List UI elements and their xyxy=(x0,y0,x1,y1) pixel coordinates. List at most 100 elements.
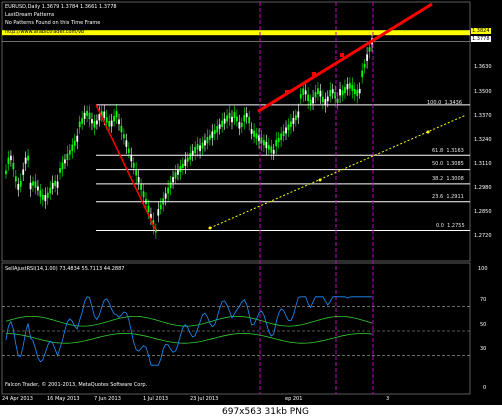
site-url[interactable]: http://www.arabictrader.com/vb xyxy=(5,29,84,35)
candle-body xyxy=(368,47,371,52)
candle-body xyxy=(290,121,292,127)
rsi-indicator xyxy=(2,296,470,366)
candle-body xyxy=(248,116,251,124)
candle-body xyxy=(294,115,297,121)
candle-body xyxy=(73,140,76,146)
time-axis-label: 23 Jul 2013 xyxy=(190,396,219,402)
candle-body xyxy=(110,120,113,127)
fib-level-161: 161.8 1.3824 xyxy=(427,25,463,31)
candle-body xyxy=(344,87,346,94)
rsi-axis-label: 30 xyxy=(480,346,487,352)
candle-body xyxy=(275,139,278,147)
candle-body xyxy=(17,183,20,190)
trend-anchor-point xyxy=(340,53,344,57)
time-axis-label: 7 Jun 2013 xyxy=(94,396,121,402)
candle-body xyxy=(81,118,84,124)
candle-body xyxy=(213,130,216,134)
candle-body xyxy=(285,127,287,134)
candle-body xyxy=(5,170,7,175)
candle-body xyxy=(287,124,290,131)
candle-body xyxy=(181,163,184,168)
candle-body xyxy=(29,182,32,190)
trend-anchor-point xyxy=(312,72,316,76)
candle-body xyxy=(336,98,339,103)
candle-body xyxy=(86,110,88,116)
candle-body xyxy=(270,146,273,153)
candle-body xyxy=(172,177,174,183)
candle-body xyxy=(157,209,160,216)
copyright-text: Falcon Trader, © 2001-2013, MetaQuotes S… xyxy=(5,382,148,388)
candle-body xyxy=(66,153,69,161)
candle-body xyxy=(142,191,145,198)
rsi-axis-label: 0 xyxy=(483,385,487,391)
candle-body xyxy=(113,116,115,122)
price-axis-label: 1.3110 xyxy=(474,161,492,167)
rsi-axis-label: 100 xyxy=(478,266,488,272)
candle-body xyxy=(314,92,317,98)
price-axis-label: 1.2980 xyxy=(474,185,492,191)
rsi-upper-band xyxy=(5,316,373,327)
candle-body xyxy=(255,133,258,139)
candle-body xyxy=(95,120,98,125)
candle-body xyxy=(329,89,332,97)
candle-body xyxy=(223,118,226,124)
candle-body xyxy=(302,88,305,95)
price-chart[interactable] xyxy=(0,0,502,405)
candle-body xyxy=(228,112,231,119)
image-caption-bar: 697x563 31kb PNG xyxy=(0,405,502,419)
candle-body xyxy=(98,114,101,121)
time-axis-label: ep 201 xyxy=(285,396,303,402)
candle-body xyxy=(118,119,120,125)
candle-body xyxy=(7,157,10,165)
candle-body xyxy=(201,142,204,149)
candle-body xyxy=(169,182,172,188)
candle-body xyxy=(299,94,302,99)
rsi-axis-label: 50 xyxy=(480,322,487,328)
price-axis-label: 1.3240 xyxy=(474,137,492,143)
candle-body xyxy=(83,112,86,119)
candle-body xyxy=(243,115,246,122)
candle-body xyxy=(277,137,280,143)
candle-body xyxy=(353,88,356,94)
candle-body xyxy=(12,162,15,170)
candle-body xyxy=(10,155,12,161)
fib-level-0: 0.0 1.2755 xyxy=(436,223,465,229)
candle-body xyxy=(54,180,57,187)
candle-body xyxy=(174,172,177,179)
price-axis-label: 1.3630 xyxy=(474,64,492,70)
candle-body xyxy=(211,131,214,138)
candle-body xyxy=(245,113,248,118)
candle-body xyxy=(179,165,182,173)
candle-body xyxy=(71,144,74,151)
candle-body xyxy=(167,187,170,194)
time-axis-label: 1 Jul 2013 xyxy=(143,396,169,402)
fib-level-100: 100.0 1.3436 xyxy=(427,100,463,106)
candle-body xyxy=(206,137,209,144)
candle-body xyxy=(37,186,39,191)
candle-body xyxy=(137,177,140,183)
candle-body xyxy=(189,153,192,160)
candle-body xyxy=(216,126,219,133)
candle-body xyxy=(115,111,118,118)
candle-body xyxy=(366,54,368,61)
candle-body xyxy=(108,121,111,127)
candle-body xyxy=(39,190,42,197)
candle-body xyxy=(265,141,268,149)
indicator-name: LastDream Patterns xyxy=(5,12,55,18)
candle-body xyxy=(280,133,283,140)
candle-body xyxy=(356,89,359,97)
chart-overlays xyxy=(2,2,470,394)
candle-body xyxy=(240,122,243,127)
candle-body xyxy=(321,96,324,103)
candle-body xyxy=(363,63,366,68)
candle-body xyxy=(103,111,106,118)
candle-body xyxy=(238,122,241,129)
time-axis-label: 24 Apr 2013 xyxy=(2,396,33,402)
candle-body xyxy=(231,116,233,123)
candle-body xyxy=(307,94,310,102)
candle-body xyxy=(59,168,61,173)
symbol-info: EURUSD,Daily 1.3679 1.3784 1.3661 1.3778 xyxy=(5,4,117,10)
candle-body xyxy=(358,88,361,94)
candle-body xyxy=(235,116,238,122)
price-axis-label: 1.2720 xyxy=(474,233,492,239)
